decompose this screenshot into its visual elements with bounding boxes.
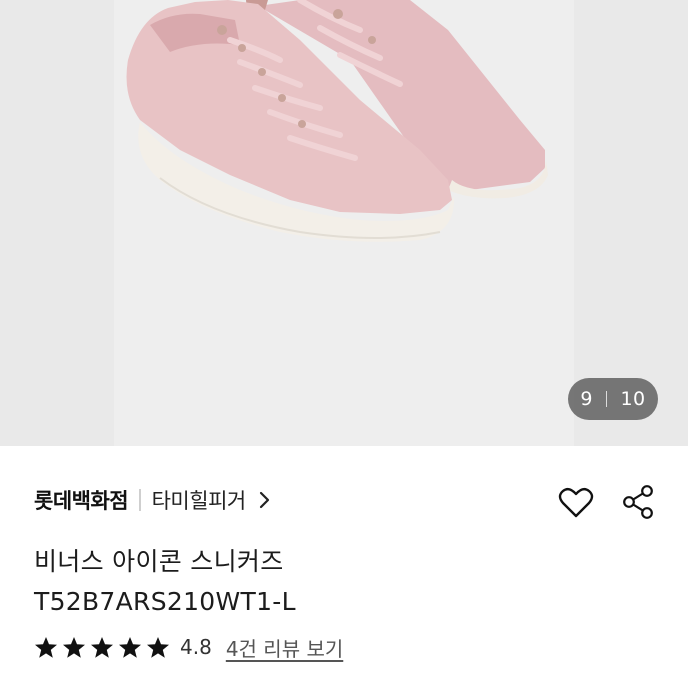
store-name[interactable]: 롯데백화점	[34, 485, 129, 515]
page-separator	[605, 391, 608, 407]
product-model-code: T52B7ARS210WT1-L	[34, 587, 296, 616]
brand-row[interactable]: 롯데백화점 타미힐피거	[34, 484, 270, 516]
product-image-gallery[interactable]: 9 10	[0, 0, 688, 446]
rating-stars	[34, 636, 174, 659]
total-pages: 10	[620, 388, 646, 410]
heart-outline-icon	[558, 487, 594, 518]
star-filled-icon	[91, 636, 113, 658]
product-info-section: 롯데백화점 타미힐피거 비너스 아이콘 스니커즈 T52B7ARS210WT1-…	[0, 446, 688, 688]
rating-row: 4.8 4건 리뷰 보기	[34, 632, 343, 662]
star-filled-icon	[63, 636, 85, 658]
chevron-right-icon[interactable]	[258, 491, 270, 509]
rating-score: 4.8	[180, 635, 212, 659]
share-icon	[623, 485, 653, 519]
star-filled-icon	[35, 636, 57, 658]
star-filled-icon	[119, 636, 141, 658]
like-button[interactable]	[558, 486, 594, 520]
brand-divider	[139, 489, 141, 511]
image-page-indicator: 9 10	[568, 378, 658, 420]
product-title: 비너스 아이콘 스니커즈 T52B7ARS210WT1-L	[34, 542, 634, 622]
product-title-line1: 비너스 아이콘 스니커즈	[34, 547, 284, 576]
current-page: 9	[580, 388, 593, 410]
brand-name[interactable]: 타미힐피거	[152, 485, 247, 515]
view-reviews-link[interactable]: 4건 리뷰 보기	[226, 633, 343, 662]
star-filled-icon	[147, 636, 169, 658]
share-button[interactable]	[620, 484, 656, 520]
